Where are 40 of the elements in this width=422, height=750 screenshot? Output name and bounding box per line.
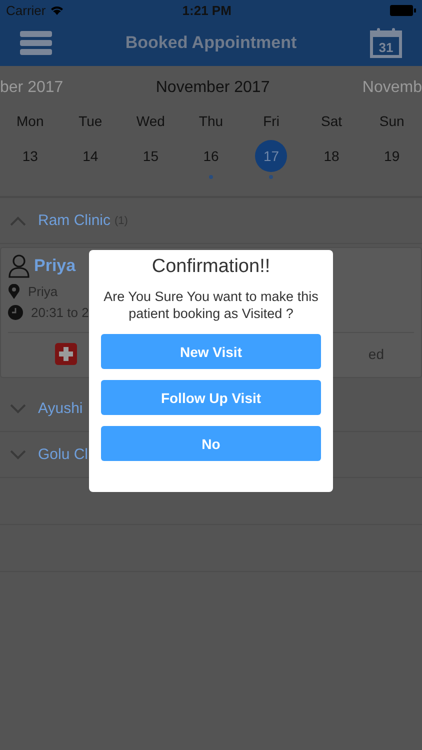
weekday-label: Mon (16, 112, 45, 131)
next-month[interactable]: Novemb (362, 79, 422, 97)
date-cell[interactable]: 17 (255, 140, 288, 172)
chevron-icon[interactable] (10, 450, 26, 460)
weekday-label: Sat (320, 112, 344, 131)
chevron-icon[interactable] (10, 404, 26, 414)
screen-title: Booked Appointment (124, 33, 298, 53)
location-pin-icon (8, 284, 20, 299)
status-time: 1:21 PM (181, 2, 232, 18)
date-cell[interactable]: 13 (14, 140, 46, 172)
person-icon (8, 254, 30, 278)
clinic-name[interactable]: Ram Clinic (38, 212, 111, 229)
dialog-title: Confirmation!! (152, 256, 270, 278)
dialog-button[interactable]: No (101, 426, 321, 461)
calendar-button[interactable]: 31 (370, 28, 402, 58)
date-cell[interactable]: 14 (74, 140, 106, 172)
medical-cross-icon (55, 343, 77, 365)
carrier-label: Carrier (6, 2, 46, 18)
weekday-label: Thu (198, 112, 224, 131)
clinic-name[interactable]: Ayushi (38, 400, 83, 417)
weekday-label: Fri (262, 112, 280, 131)
clinic-name[interactable]: Golu Cl (38, 446, 88, 463)
weekday-label: Tue (78, 112, 104, 131)
current-month: November 2017 (156, 79, 270, 97)
date-cell[interactable]: 16 (194, 140, 227, 172)
dialog-button[interactable]: New Visit (101, 334, 321, 369)
battery-icon (390, 4, 416, 16)
weekday-label: Wed (135, 112, 166, 131)
previous-month[interactable]: ber 2017 (0, 79, 64, 97)
patient-name[interactable]: Priya (34, 256, 76, 276)
date-cell[interactable]: 18 (316, 140, 348, 172)
wifi-icon (50, 5, 64, 15)
clock-icon (8, 305, 23, 320)
date-cell[interactable]: 15 (134, 140, 167, 172)
date-cell[interactable]: 19 (376, 140, 408, 172)
weekday-label: Sun (378, 112, 406, 131)
dialog-button[interactable]: Follow Up Visit (101, 380, 321, 415)
dialog-message: Are You Sure You want to make this patient booking as Visited ? (102, 288, 320, 322)
menu-icon[interactable] (20, 31, 52, 55)
chevron-icon[interactable] (10, 216, 26, 226)
